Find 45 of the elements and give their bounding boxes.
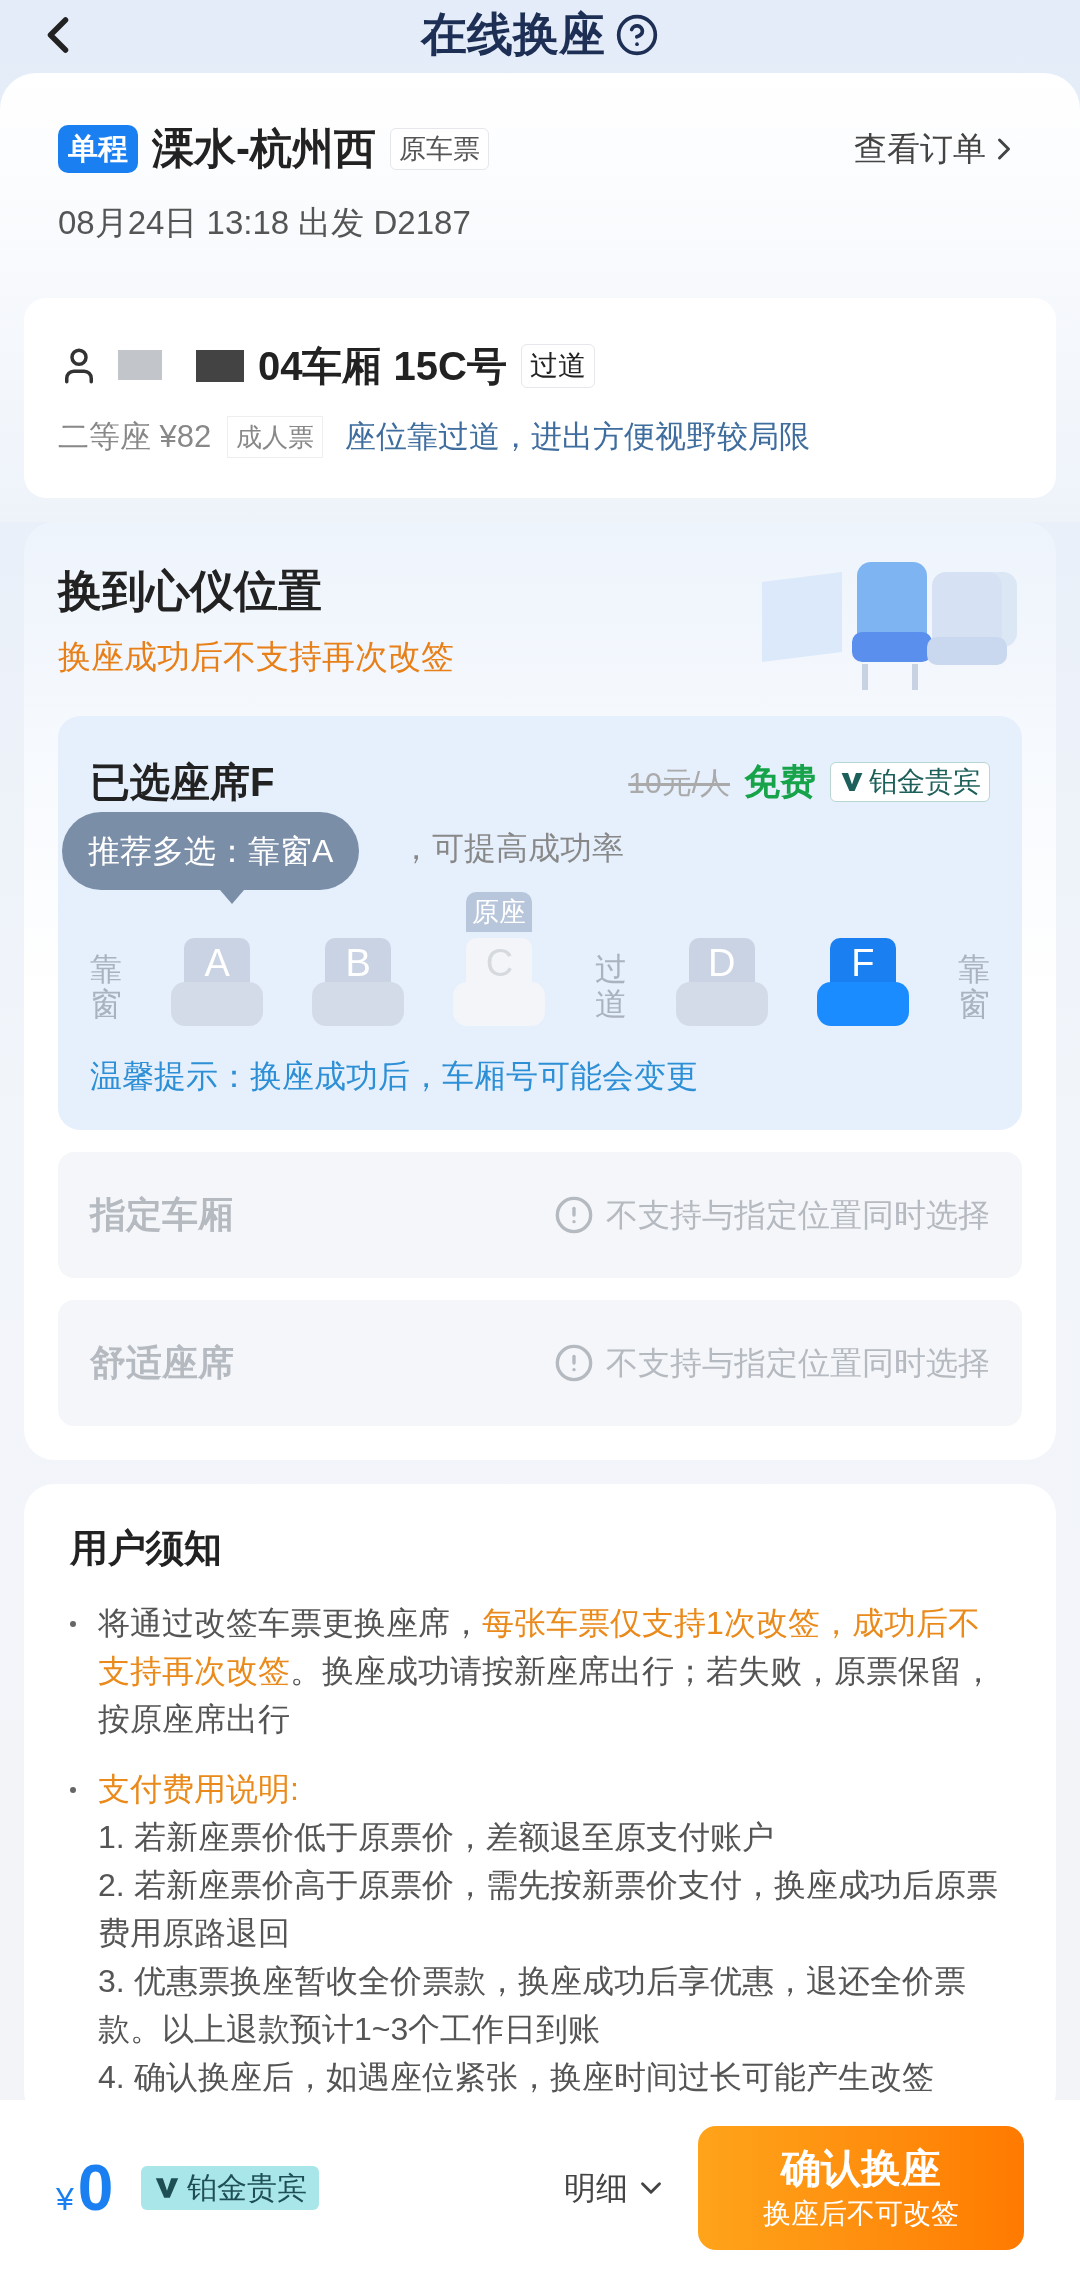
bullet-icon	[70, 1621, 76, 1627]
vip-badge: 铂金贵宾	[141, 2166, 320, 2210]
view-order-link[interactable]: 查看订单	[854, 123, 1022, 174]
route-title: 溧水-杭州西	[152, 124, 376, 174]
notice-line: 4. 确认换座后，如遇座位紧张，换座时间过长可能产生改签	[98, 2058, 935, 2097]
notice-line: 3. 优惠票换座暂收全价票款，换座成功后享优惠，退还全价票款。以上退款预计1~3个工作日到账	[98, 1962, 967, 2049]
option-label: 舒适座席	[90, 1341, 234, 1385]
seat-side-label: 靠窗	[90, 951, 122, 1022]
bullet-icon	[70, 1787, 76, 1793]
recommendation-tooltip: 推荐多选：靠窗A	[62, 812, 360, 904]
vip-badge: 铂金贵宾	[830, 762, 990, 802]
info-icon	[554, 1195, 594, 1235]
seat-button[interactable]: F	[816, 934, 909, 1026]
ticket-tag: 原车票	[390, 127, 489, 170]
free-price: 免费	[744, 760, 816, 804]
departure-info: 08月24日 13:18 出发 D2187	[58, 203, 472, 243]
selection-hint: ，可提高成功率	[400, 829, 624, 868]
option-note: 不支持与指定位置同时选择	[606, 1344, 990, 1383]
selected-seat-label: 已选座席F	[90, 759, 275, 806]
notice-paragraph: 将通过改签车票更换座席，每张车票仅支持1次改签，成功后不支持再次改签。换座成功请按新座席出行；若失败，原票保留，按原座席出行	[98, 1604, 995, 1739]
page-title: 在线换座	[421, 7, 605, 62]
seat-note: 座位靠过道，进出方便视野较局限	[345, 417, 811, 456]
ticket-type-tag: 成人票	[227, 415, 324, 458]
notice-title: 用户须知	[70, 1526, 223, 1571]
original-seat-badge: 原座	[466, 892, 533, 932]
notice-line: 2. 若新座票价高于原票价，需先按新票价支付，换座成功后原票费用原路退回	[98, 1866, 999, 1953]
seat-side-label: 靠窗	[958, 951, 990, 1022]
info-icon	[554, 1343, 594, 1383]
section-title: 换到心仪位置	[58, 565, 323, 617]
trip-type-badge: 单程	[58, 124, 138, 173]
seat-class-price: 二等座 ¥82	[58, 417, 212, 456]
details-button[interactable]: 明细	[564, 2164, 668, 2212]
warm-tip: 温馨提示：换座成功后，车厢号可能会变更	[90, 1057, 699, 1096]
total-price: ¥0	[56, 2151, 114, 2226]
seat-number: 04车厢 15C号	[258, 342, 507, 390]
help-icon[interactable]	[615, 12, 659, 57]
option-label: 指定车厢	[90, 1193, 234, 1237]
confirm-button[interactable]: 确认换座 换座后不可改签	[698, 2126, 1024, 2250]
seat-position-tag: 过道	[521, 343, 595, 388]
notice-line: 1. 若新座票价低于原票价，差额退至原支付账户	[98, 1818, 775, 1857]
notice-heading: 支付费用说明:	[98, 1770, 300, 1809]
original-price: 10元/人	[628, 764, 730, 801]
seat-side-label: 过道	[594, 951, 627, 1022]
option-note: 不支持与指定位置同时选择	[606, 1196, 990, 1235]
change-warning: 换座成功后不支持再次改签	[58, 637, 454, 677]
